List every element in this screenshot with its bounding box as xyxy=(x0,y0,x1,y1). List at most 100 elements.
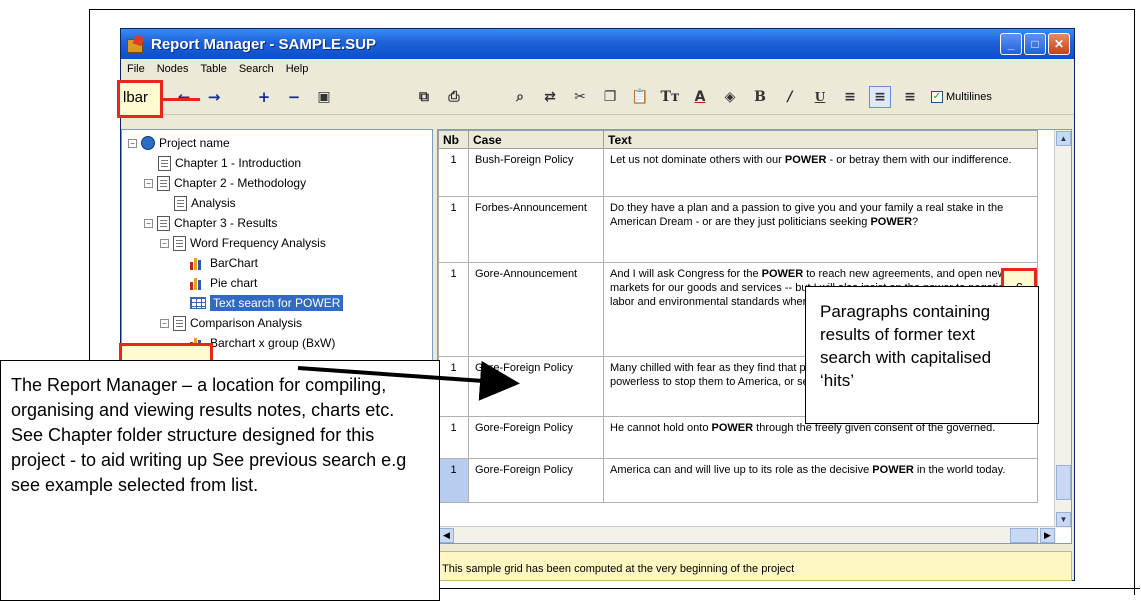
report-manager-callout: The Report Manager – a location for comp… xyxy=(0,360,440,601)
cell-case[interactable]: Gore-Foreign Policy xyxy=(468,356,604,417)
menu-search[interactable]: Search xyxy=(233,63,280,75)
document-icon xyxy=(173,235,186,251)
pie-chart-icon xyxy=(190,277,206,290)
cell-case[interactable]: Gore-Foreign Policy xyxy=(468,458,604,503)
tree-item-project[interactable]: − Project name xyxy=(128,134,230,152)
cell-nb[interactable]: 1 xyxy=(438,458,469,503)
column-header-case[interactable]: Case xyxy=(468,130,604,149)
tree-item-pie-chart[interactable]: Pie chart xyxy=(190,274,257,292)
cell-case[interactable]: Gore-Announcement xyxy=(468,262,604,357)
text-segment: America can and will live up to its role… xyxy=(610,464,873,476)
save-icon[interactable]: ▣ xyxy=(313,86,335,108)
menu-nodes[interactable]: Nodes xyxy=(151,63,195,75)
cell-nb[interactable]: 1 xyxy=(438,196,469,263)
paste-icon[interactable]: 📋 xyxy=(629,86,651,108)
collapse-icon[interactable]: − xyxy=(128,138,137,148)
tree-item-comparison[interactable]: − Comparison Analysis xyxy=(160,314,302,332)
collapse-icon[interactable]: − xyxy=(144,178,153,188)
forward-arrow-icon[interactable]: → xyxy=(203,86,225,108)
text-segment: Do they have a plan and a passion to giv… xyxy=(610,202,1004,228)
menu-table[interactable]: Table xyxy=(195,63,233,75)
toolbar: ← → + − ▣ ⧉ ⎙ ⌕ ⇄ ✂ ❐ 📋 Tт A ◈ B / U ≡ ≡… xyxy=(121,79,1074,115)
collapse-icon[interactable]: − xyxy=(160,238,169,248)
cell-text[interactable]: Do they have a plan and a passion to giv… xyxy=(603,196,1038,263)
align-center-icon[interactable]: ≡ xyxy=(869,85,891,108)
tree-item-label: Pie chart xyxy=(210,276,258,290)
cell-text[interactable]: America can and will live up to its role… xyxy=(603,458,1038,503)
print-icon[interactable]: ⎙ xyxy=(443,86,465,108)
cell-case[interactable]: Forbes-Announcement xyxy=(468,196,604,263)
app-icon xyxy=(127,36,145,53)
menu-help[interactable]: Help xyxy=(280,63,315,75)
font-color-icon[interactable]: A xyxy=(689,86,711,108)
replace-icon[interactable]: ⇄ xyxy=(539,86,561,108)
vertical-scrollbar[interactable]: ▲ ▼ xyxy=(1054,130,1071,528)
tree-item-label: Chapter 1 - Introduction xyxy=(175,156,302,170)
scroll-up-icon[interactable]: ▲ xyxy=(1056,131,1071,146)
cell-nb[interactable]: 1 xyxy=(438,416,469,459)
grid-icon xyxy=(190,297,206,309)
toolbar-annotation-tag: lbar xyxy=(117,80,163,118)
column-header-nb[interactable]: Nb xyxy=(438,130,469,149)
scroll-right-icon[interactable]: ▶ xyxy=(1040,528,1055,543)
tree-item-barchart[interactable]: BarChart xyxy=(190,254,258,272)
close-button[interactable]: ✕ xyxy=(1048,33,1070,55)
multilines-checkbox[interactable]: ✓ Multilines xyxy=(931,90,992,103)
tree-item-text-search[interactable]: Text search for POWER xyxy=(190,294,344,312)
collapse-icon[interactable]: − xyxy=(144,218,153,228)
tree-item-word-frequency[interactable]: − Word Frequency Analysis xyxy=(160,234,326,252)
maximize-button[interactable]: □ xyxy=(1024,33,1046,55)
cut-icon[interactable]: ✂ xyxy=(569,86,591,108)
title-bar[interactable]: Report Manager - SAMPLE.SUP _ □ ✕ xyxy=(121,29,1074,59)
window-title: Report Manager - SAMPLE.SUP xyxy=(151,35,377,53)
tree-item-chapter-1[interactable]: Chapter 1 - Introduction xyxy=(158,154,301,172)
scroll-thumb[interactable] xyxy=(1056,465,1071,500)
remove-node-icon[interactable]: − xyxy=(283,86,305,108)
highlight-icon[interactable]: ◈ xyxy=(719,86,741,108)
cell-case[interactable]: Bush-Foreign Policy xyxy=(468,148,604,197)
text-segment: Let us not dominate others with our xyxy=(610,154,785,166)
text-segment: in the world today. xyxy=(913,464,1006,476)
cell-nb[interactable]: 1 xyxy=(438,148,469,197)
copy-icon[interactable]: ❐ xyxy=(599,86,621,108)
toolbar-annotation-line xyxy=(160,98,200,101)
table-row[interactable]: 1 Bush-Foreign Policy Let us not dominat… xyxy=(438,148,1038,197)
cell-text[interactable]: Let us not dominate others with our POWE… xyxy=(603,148,1038,197)
copy-report-icon[interactable]: ⧉ xyxy=(413,86,435,108)
cell-case[interactable]: Gore-Foreign Policy xyxy=(468,416,604,459)
scroll-down-icon[interactable]: ▼ xyxy=(1056,512,1071,527)
search-hit: POWER xyxy=(711,422,754,434)
minimize-button[interactable]: _ xyxy=(1000,33,1022,55)
table-row[interactable]: 1 Forbes-Announcement Do they have a pla… xyxy=(438,196,1038,263)
find-icon[interactable]: ⌕ xyxy=(509,86,531,108)
cell-nb[interactable]: 1 xyxy=(438,356,469,417)
document-icon xyxy=(157,215,170,231)
align-left-icon[interactable]: ≡ xyxy=(839,86,861,108)
menu-file[interactable]: File xyxy=(121,63,151,75)
project-icon xyxy=(141,136,155,150)
back-arrow-icon[interactable]: ← xyxy=(173,86,195,108)
underline-icon[interactable]: U xyxy=(809,86,831,108)
document-icon xyxy=(158,155,171,171)
italic-icon[interactable]: / xyxy=(779,86,801,108)
scroll-thumb[interactable] xyxy=(1010,528,1038,543)
bold-icon[interactable]: B xyxy=(749,86,771,108)
tree-item-chapter-2[interactable]: − Chapter 2 - Methodology xyxy=(144,174,306,192)
cell-nb[interactable]: 1 xyxy=(438,262,469,357)
text-segment: He cannot hold onto xyxy=(610,422,712,434)
add-node-icon[interactable]: + xyxy=(253,86,275,108)
collapse-icon[interactable]: − xyxy=(160,318,169,328)
tree-item-chapter-3[interactable]: − Chapter 3 - Results xyxy=(144,214,277,232)
table-row[interactable]: 1 Gore-Foreign Policy America can and wi… xyxy=(438,458,1038,503)
search-hit: POWER xyxy=(872,464,914,476)
tree-item-label: Text search for POWER xyxy=(210,295,344,311)
column-header-text[interactable]: Text xyxy=(603,130,1038,149)
scroll-left-icon[interactable]: ◀ xyxy=(439,528,454,543)
align-right-icon[interactable]: ≡ xyxy=(899,86,921,108)
status-bar: This sample grid has been computed at th… xyxy=(437,551,1072,581)
font-icon[interactable]: Tт xyxy=(659,86,681,108)
tree-item-analysis[interactable]: Analysis xyxy=(174,194,236,212)
text-segment: And I will ask Congress for the xyxy=(610,268,762,280)
tree-item-label: Comparison Analysis xyxy=(190,316,303,330)
horizontal-scrollbar[interactable]: ◀ ▶ xyxy=(438,526,1056,543)
